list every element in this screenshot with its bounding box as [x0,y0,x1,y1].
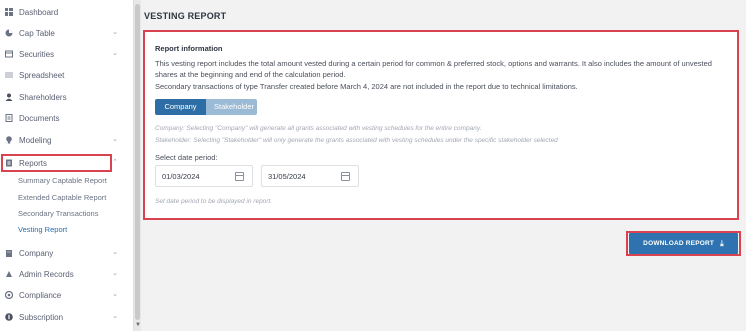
sidebar-item-label: Documents [19,113,60,123]
sidebar-item-cap-table[interactable]: Cap Table ⌄ [0,23,126,43]
chevron-down-icon: ⌄ [112,50,118,57]
sidebar-item-reports[interactable]: Reports ⌃ [0,153,126,173]
report-icon [6,159,12,167]
sidebar-item-label: Dashboard [19,7,59,17]
sidebar-item-modeling[interactable]: Modeling ⌄ [0,130,126,150]
sidebar-subitem-extended-captable[interactable]: Extended Captable Report [18,193,106,202]
stakeholder-hint: Stakeholder: Selecting "Stakeholder" wil… [155,137,558,144]
start-date-value: 01/03/2024 [162,171,200,181]
document-icon [5,114,13,122]
scope-toggle: Company Stakeholder [155,99,257,115]
compliance-icon [5,291,13,299]
end-date-value: 31/05/2024 [268,171,306,181]
sidebar-item-label: Compliance [19,290,62,300]
chevron-down-icon: ⌄ [112,270,118,277]
sidebar-item-subscription[interactable]: Subscription ⌄ [0,307,126,327]
sidebar-item-label: Spreadsheet [19,70,65,80]
chevron-down-icon: ⌄ [112,249,118,256]
company-toggle-button[interactable]: Company [155,99,206,115]
sidebar-scrollbar[interactable]: ▼ [133,0,141,331]
sidebar-item-label: Shareholders [19,92,67,102]
sidebar-item-label: Subscription [19,312,64,322]
securities-icon [5,50,13,58]
page-title: VESTING REPORT [144,11,227,21]
date-period-label: Select date period: [155,153,218,162]
sidebar-subitem-summary-captable[interactable]: Summary Captable Report [18,176,107,185]
download-button-label: DOWNLOAD REPORT [643,240,715,247]
report-information-panel: Report information This vesting report i… [143,30,739,220]
scroll-down-icon[interactable]: ▼ [135,322,141,328]
users-icon [5,93,13,101]
sidebar-item-label: Modeling [19,135,52,145]
pie-chart-icon [5,29,13,37]
sidebar-item-label: Securities [19,49,55,59]
sidebar-item-spreadsheet[interactable]: Spreadsheet [0,65,126,85]
admin-icon [6,271,12,277]
subscription-icon [5,313,13,321]
stakeholder-toggle-button[interactable]: Stakeholder [206,99,257,115]
company-hint: Company: Selecting "Company" will genera… [155,125,482,132]
chevron-down-icon: ⌄ [112,136,118,143]
report-info-title: Report information [155,44,223,53]
sidebar-item-label: Admin Records [19,269,74,279]
sidebar-item-compliance[interactable]: Compliance ⌄ [0,285,126,305]
sidebar-item-company[interactable]: Company ⌄ [0,243,126,263]
download-icon: ⤓ [720,238,724,248]
report-description: This vesting report includes the total a… [155,59,712,79]
sidebar-item-label: Reports [19,158,48,168]
start-date-input[interactable]: 01/03/2024 [155,165,253,187]
sidebar-item-admin-records[interactable]: Admin Records ⌄ [0,264,126,284]
sidebar: Dashboard Cap Table ⌄ Securities ⌄ Sprea… [0,0,133,331]
date-period-hint: Set date period to be displayed in repor… [155,198,273,205]
sidebar-item-shareholders[interactable]: Shareholders [0,87,126,107]
chevron-down-icon: ⌄ [112,291,118,298]
chevron-up-icon: ⌃ [112,159,118,166]
scrollbar-thumb[interactable] [135,4,140,320]
calendar-icon[interactable] [341,172,350,181]
sidebar-item-label: Cap Table [19,28,55,38]
end-date-input[interactable]: 31/05/2024 [261,165,359,187]
spreadsheet-icon [5,72,13,78]
chevron-down-icon: ⌄ [112,313,118,320]
sidebar-item-securities[interactable]: Securities ⌄ [0,44,126,64]
download-report-button[interactable]: DOWNLOAD REPORT ⤓ [629,233,738,254]
chevron-down-icon: ⌄ [112,29,118,36]
sidebar-item-documents[interactable]: Documents [0,108,126,128]
dashboard-icon [5,8,13,16]
building-icon [6,250,12,257]
sidebar-item-dashboard[interactable]: Dashboard [0,2,126,22]
calendar-icon[interactable] [235,172,244,181]
lightbulb-icon [6,136,12,144]
sidebar-subitem-secondary-transactions[interactable]: Secondary Transactions [18,209,98,218]
report-limitation-note: Secondary transactions of type Transfer … [155,82,578,91]
sidebar-subitem-vesting-report[interactable]: Vesting Report [18,225,67,234]
sidebar-item-label: Company [19,248,54,258]
